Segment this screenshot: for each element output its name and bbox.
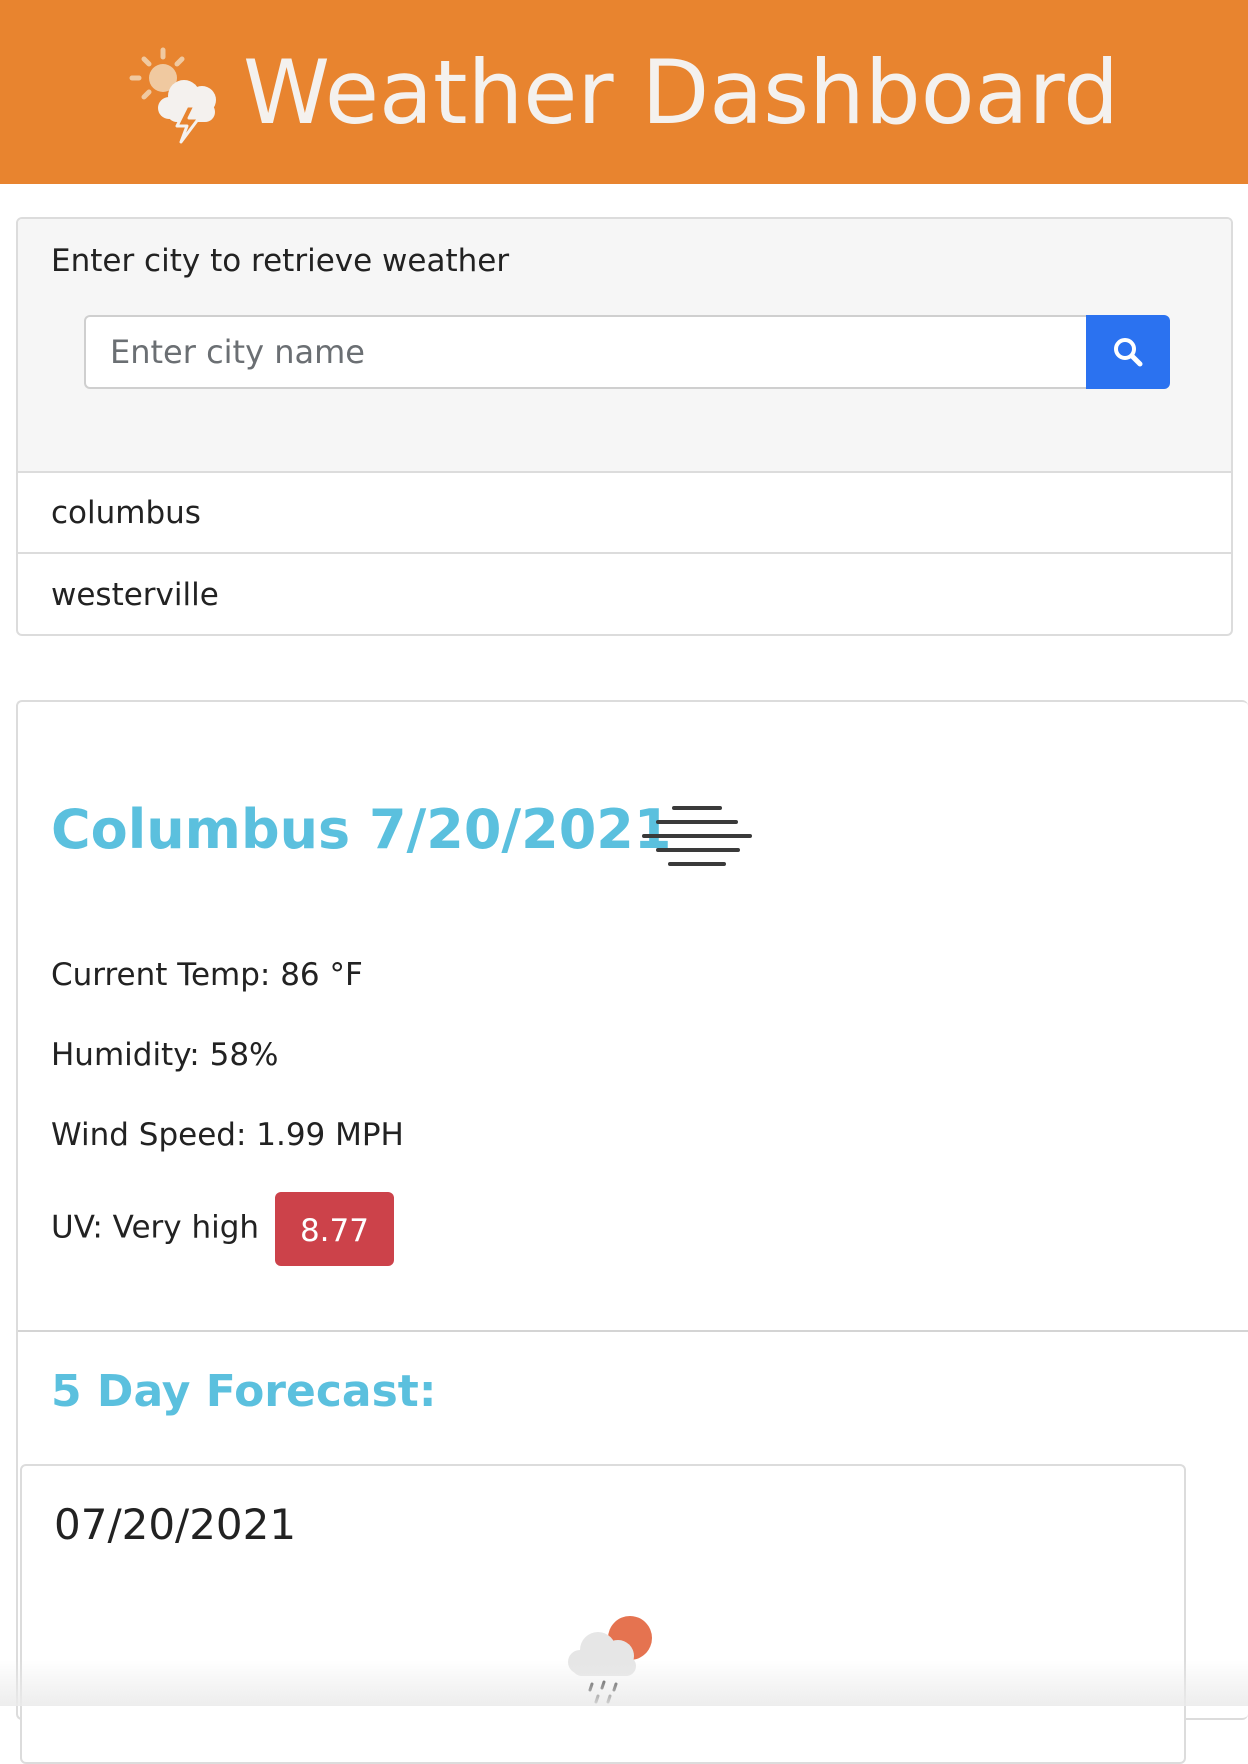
search-section: Enter city to retrieve weather — [18, 219, 1231, 473]
weather-storm-icon — [129, 47, 217, 144]
mist-icon — [642, 806, 752, 866]
current-weather: Columbus 7/20/2021 Current Temp: 86 °F H… — [18, 702, 1248, 1332]
forecast-day-card: 07/20/2021 — [20, 1464, 1186, 1764]
uv-badge: 8.77 — [274, 1192, 394, 1266]
scroll-fade — [0, 1660, 1248, 1706]
current-wind: Wind Speed: 1.99 MPH — [51, 1117, 404, 1153]
weather-panel: Columbus 7/20/2021 Current Temp: 86 °F H… — [16, 700, 1248, 1764]
forecast-title: 5 Day Forecast: — [51, 1366, 437, 1417]
city-date-title: Columbus 7/20/2021 — [51, 798, 672, 861]
uv-row: UV: Very high 8.77 — [51, 1192, 394, 1266]
current-humidity: Humidity: 58% — [51, 1037, 279, 1073]
history-item-westerville[interactable]: westerville — [18, 554, 1231, 634]
search-panel: Enter city to retrieve weather columbus … — [16, 217, 1233, 636]
forecast-date: 07/20/2021 — [54, 1500, 297, 1549]
history-item-columbus[interactable]: columbus — [18, 473, 1231, 554]
search-button[interactable] — [1086, 315, 1170, 389]
city-search-input[interactable] — [84, 315, 1088, 389]
uv-label: UV: Very high — [51, 1209, 260, 1246]
search-icon — [1114, 338, 1143, 367]
search-label: Enter city to retrieve weather — [51, 243, 510, 279]
app-header: Weather Dashboard — [0, 0, 1248, 184]
current-temp: Current Temp: 86 °F — [51, 957, 363, 993]
page-title: Weather Dashboard — [243, 40, 1119, 144]
